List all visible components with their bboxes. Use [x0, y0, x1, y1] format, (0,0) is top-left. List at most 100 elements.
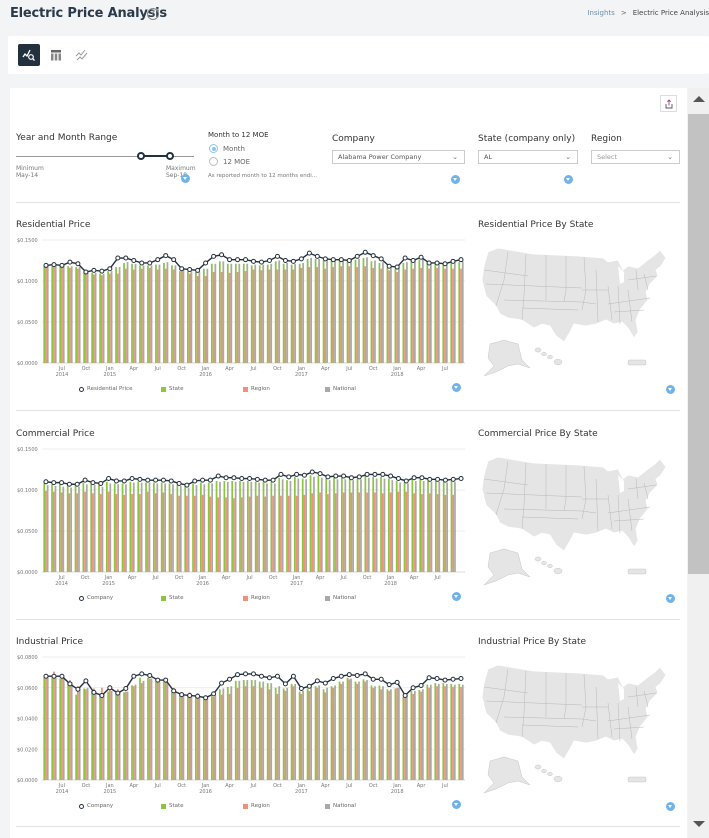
bar-national[interactable]	[150, 678, 153, 780]
bar-state[interactable]	[266, 264, 269, 363]
line-point[interactable]	[338, 257, 344, 263]
bar-region[interactable]	[287, 495, 290, 572]
line-point[interactable]	[82, 477, 88, 483]
bar-national[interactable]	[399, 482, 402, 572]
bar-national[interactable]	[86, 687, 89, 780]
bar-region[interactable]	[124, 268, 127, 363]
hawaii-island[interactable]	[534, 764, 542, 770]
bar-state[interactable]	[394, 688, 397, 780]
bar-national[interactable]	[334, 259, 336, 363]
bar-national[interactable]	[78, 689, 81, 780]
bar-state[interactable]	[137, 481, 140, 572]
bar-national[interactable]	[158, 681, 161, 780]
bar-state[interactable]	[362, 679, 365, 780]
bar-region[interactable]	[413, 493, 415, 572]
bar-national[interactable]	[262, 681, 265, 780]
line-point[interactable]	[147, 260, 153, 266]
bar-region[interactable]	[444, 686, 446, 780]
bar-national[interactable]	[211, 483, 214, 572]
line-point[interactable]	[147, 672, 153, 678]
bar-state[interactable]	[322, 260, 325, 364]
bar-region[interactable]	[156, 681, 159, 780]
line-point[interactable]	[51, 262, 57, 268]
bar-state[interactable]	[168, 483, 171, 572]
bar-region[interactable]	[308, 690, 311, 780]
bar-state[interactable]	[387, 478, 390, 572]
bar-state[interactable]	[115, 693, 117, 780]
legend-item-company[interactable]: Company	[79, 595, 113, 601]
line-point[interactable]	[251, 258, 256, 264]
bar-state[interactable]	[123, 692, 125, 780]
bar-state[interactable]	[250, 680, 253, 780]
bar-state[interactable]	[43, 483, 46, 572]
bar-region[interactable]	[146, 491, 149, 572]
bar-region[interactable]	[342, 492, 345, 572]
continental-us-shape[interactable]	[481, 456, 667, 552]
bar-region[interactable]	[452, 494, 455, 572]
bar-region[interactable]	[284, 690, 287, 780]
bar-state[interactable]	[184, 485, 187, 572]
legend-item-state[interactable]: State	[161, 595, 184, 601]
bar-state[interactable]	[155, 681, 157, 780]
line-point[interactable]	[394, 679, 400, 685]
bar-state[interactable]	[90, 483, 93, 572]
bar-national[interactable]	[407, 483, 409, 572]
bar-region[interactable]	[52, 491, 55, 572]
line-point[interactable]	[309, 469, 315, 475]
bar-state[interactable]	[67, 681, 70, 780]
bar-region[interactable]	[140, 683, 143, 780]
bar-state[interactable]	[74, 485, 77, 572]
bar-national[interactable]	[289, 480, 292, 572]
bar-region[interactable]	[196, 276, 199, 363]
bar-state[interactable]	[210, 263, 213, 363]
chart-filter-icon[interactable]	[452, 383, 461, 392]
line-point[interactable]	[426, 675, 432, 681]
bar-state[interactable]	[394, 268, 397, 363]
bar-region[interactable]	[340, 683, 343, 780]
bar-national[interactable]	[156, 483, 159, 572]
bar-state[interactable]	[152, 482, 155, 572]
bar-national[interactable]	[150, 265, 153, 363]
bar-national[interactable]	[310, 258, 313, 363]
bar-national[interactable]	[302, 690, 305, 780]
line-point[interactable]	[207, 477, 213, 483]
bar-state[interactable]	[354, 681, 357, 780]
scroll-down-arrow-icon[interactable]	[693, 821, 705, 827]
bar-national[interactable]	[366, 680, 368, 780]
bar-region[interactable]	[236, 271, 239, 363]
bar-region[interactable]	[225, 497, 227, 572]
bar-region[interactable]	[405, 491, 408, 572]
bar-region[interactable]	[220, 694, 223, 780]
bar-national[interactable]	[70, 682, 73, 780]
bar-national[interactable]	[78, 486, 80, 572]
bar-national[interactable]	[320, 477, 323, 572]
bar-region[interactable]	[116, 689, 119, 780]
bar-state[interactable]	[458, 683, 461, 780]
bar-region[interactable]	[396, 271, 399, 363]
bar-region[interactable]	[412, 693, 415, 780]
bar-region[interactable]	[404, 269, 407, 363]
bar-state[interactable]	[434, 262, 437, 363]
bar-region[interactable]	[244, 686, 247, 780]
line-point[interactable]	[322, 680, 328, 686]
line-point[interactable]	[426, 260, 432, 266]
bar-state[interactable]	[418, 690, 421, 780]
line-point[interactable]	[192, 478, 198, 484]
bar-national[interactable]	[406, 262, 408, 363]
bar-national[interactable]	[86, 271, 89, 363]
line-point[interactable]	[115, 255, 121, 261]
bar-state[interactable]	[402, 262, 405, 363]
line-point[interactable]	[155, 257, 161, 263]
bar-national[interactable]	[226, 481, 229, 572]
bar-national[interactable]	[54, 264, 57, 363]
puerto-rico-shape[interactable]	[627, 776, 647, 783]
bar-state[interactable]	[171, 265, 173, 363]
bar-region[interactable]	[140, 268, 143, 363]
bar-national[interactable]	[93, 485, 96, 572]
hawaii-island[interactable]	[553, 358, 563, 365]
line-point[interactable]	[418, 254, 424, 260]
line-point[interactable]	[121, 478, 127, 484]
bar-state[interactable]	[410, 690, 413, 780]
bar-region[interactable]	[123, 494, 126, 572]
bar-state[interactable]	[266, 683, 269, 780]
